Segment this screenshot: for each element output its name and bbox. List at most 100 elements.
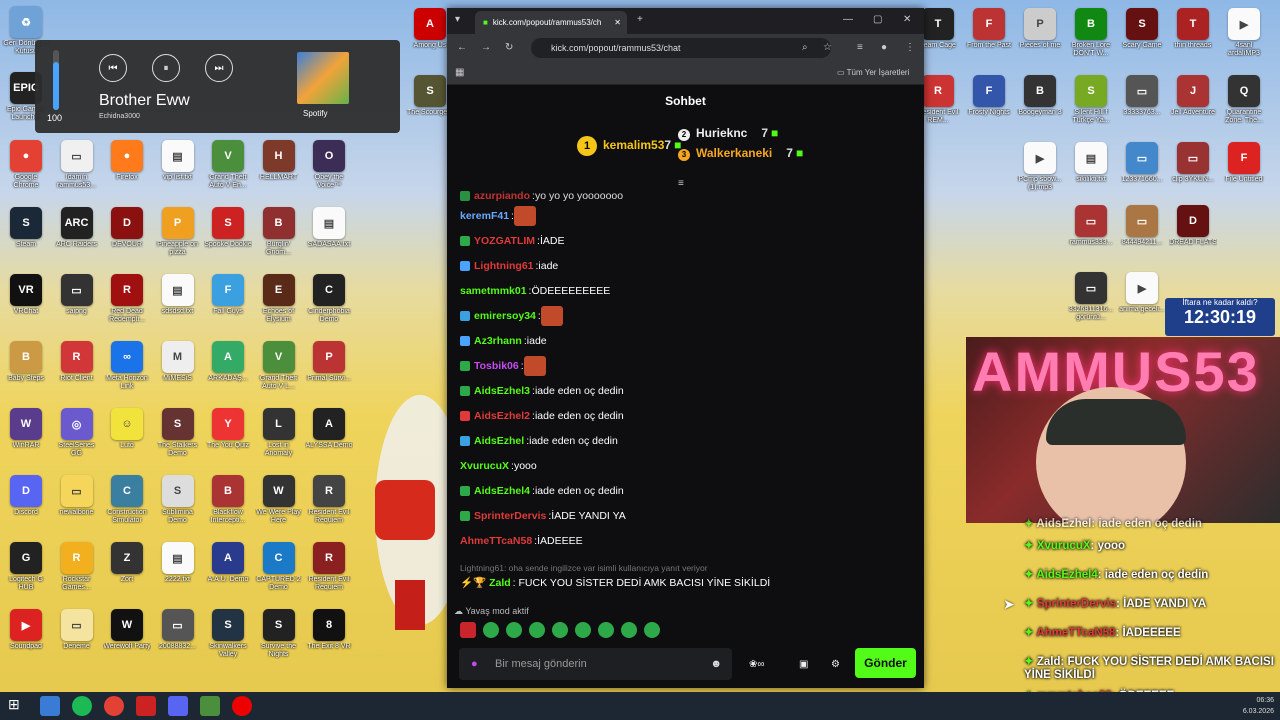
chat-username[interactable]: azurpiando (474, 190, 530, 202)
desktop-icon[interactable]: D Discord (2, 475, 50, 517)
leaderboard-entry[interactable]: 3 Walkerkaneki 7 ■ (678, 146, 803, 161)
back-icon[interactable]: ← (457, 42, 467, 53)
menu-icon[interactable]: ⋮ (905, 42, 915, 53)
desktop-icon[interactable]: Tthin threads (1169, 8, 1217, 50)
desktop-icon[interactable]: B Burglin' Gnom... (255, 207, 303, 257)
new-tab-icon[interactable]: + (637, 14, 643, 25)
desktop-icon[interactable]: ☺ Luto (103, 408, 151, 450)
emote-icon[interactable] (598, 622, 614, 638)
start-icon[interactable]: ⊞ (8, 696, 28, 716)
desktop-icon[interactable]: ▭ rammus333... (1067, 205, 1115, 247)
desktop-icon[interactable]: M MiMESiS (154, 341, 202, 383)
reactions-icon[interactable]: ❀∞ (749, 659, 765, 670)
desktop-icon[interactable]: ▭ saipng (53, 274, 101, 316)
desktop-icon[interactable]: ▭ 3326811316... görüntü... (1067, 272, 1115, 322)
tab-search-icon[interactable]: ▾ (455, 14, 460, 25)
desktop-icon[interactable]: D DEVOUR (103, 207, 151, 249)
desktop-icon[interactable]: 8 The Exit 8 VR (305, 609, 353, 651)
emoji-icon[interactable]: ☻ (710, 658, 722, 670)
desktop-icon[interactable]: S Scary Game (1118, 8, 1166, 50)
mic-icon[interactable]: ● (471, 658, 478, 670)
close-window-icon[interactable]: ✕ (903, 14, 911, 25)
desktop-icon[interactable]: R Riot Client (53, 341, 101, 383)
desktop-icon[interactable]: A A.A.U. Demo (204, 542, 252, 584)
maximize-icon[interactable]: ▢ (873, 14, 882, 25)
desktop-icon[interactable]: ▭ İdamın rammus53... (53, 140, 101, 190)
desktop-icon[interactable]: C Construction Simulator (103, 475, 151, 525)
browser-tab[interactable]: ■ kick.com/popout/rammus53/ch ✕ (475, 11, 627, 34)
desktop-icon[interactable]: ▶ anıma geceli... (1118, 272, 1166, 314)
chat-username[interactable]: sametmmk01 (460, 285, 527, 297)
desktop-icon[interactable]: Z Zort (103, 542, 151, 584)
chrome-icon[interactable] (104, 696, 124, 716)
all-bookmarks[interactable]: ▭ Tüm Yer İşaretleri (837, 68, 909, 77)
desktop-icon[interactable]: ▭ Deneme (53, 609, 101, 651)
emote-icon[interactable] (506, 622, 522, 638)
emote-icon[interactable] (621, 622, 637, 638)
chat-username[interactable]: SprinterDervis (474, 510, 546, 522)
chat-username[interactable]: Tosbik06 (474, 360, 519, 372)
desktop-icon[interactable]: ▶ 4sanl ardalıMP3 (1220, 8, 1268, 58)
leaderboard-entry[interactable]: 1 kemalim537 ■ (577, 136, 681, 156)
desktop-icon[interactable]: ◎ SteelSeries GG (53, 408, 101, 458)
desktop-icon[interactable]: ▭ 20088832... (154, 609, 202, 651)
emote-icon[interactable] (552, 622, 568, 638)
settings-gear-icon[interactable]: ⚙ (831, 659, 840, 670)
desktop-icon[interactable]: A ALYSSA Demo (305, 408, 353, 450)
desktop-icon[interactable]: J Jell Adventure (1169, 75, 1217, 117)
desktop-icon[interactable]: F File Untitled (1220, 142, 1268, 184)
previous-track-button[interactable]: ⏮ (99, 54, 127, 82)
desktop-icon[interactable]: W Werewolf Party (103, 609, 151, 651)
desktop-icon[interactable]: H HELLMART (255, 140, 303, 182)
desktop-icon[interactable]: P Pieces of me (1016, 8, 1064, 50)
desktop-icon[interactable]: P Primal Survi... (305, 341, 353, 383)
volume-slider[interactable] (53, 50, 59, 110)
desktop-icon[interactable]: C CAPTURED 2 Demo (255, 542, 303, 592)
desktop-icon[interactable]: ▭ 123371660... (1118, 142, 1166, 184)
desktop-icon[interactable]: ▤ sdsdsd.txt (154, 274, 202, 316)
desktop-icon[interactable]: ● Firefox (103, 140, 151, 182)
youtube-icon[interactable] (232, 696, 252, 716)
desktop-icon[interactable]: B Blackflow Intercepti... (204, 475, 252, 525)
desktop-icon[interactable]: ▭ clip 3YKUN... (1169, 142, 1217, 184)
desktop-icon[interactable]: ▶ Soundpad (2, 609, 50, 651)
leaderboard-entry[interactable]: 2 Hurieknc 7 ■ (678, 126, 778, 141)
desktop-icon[interactable]: ▭ 33333763... (1118, 75, 1166, 117)
desktop-icon[interactable]: E Echoes of Elysium (255, 274, 303, 324)
desktop-icon[interactable]: B Boogeyman 3 (1016, 75, 1064, 117)
taskbar-app-icon[interactable] (200, 696, 220, 716)
desktop-icon[interactable]: V Grand Theft Auto V En... (204, 140, 252, 190)
close-tab-icon[interactable]: ✕ (614, 18, 621, 27)
desktop-icon[interactable]: P Pineapple on pizza (154, 207, 202, 257)
desktop-icon[interactable]: W We Were Play Here (255, 475, 303, 525)
desktop-icon[interactable]: ▤ SADASAA.txt (305, 207, 353, 249)
desktop-icon[interactable]: F From the Past (965, 8, 1013, 50)
zoom-icon[interactable]: ⌕ (802, 42, 808, 53)
desktop-icon[interactable]: ▤ vip list.txt (154, 140, 202, 182)
desktop-icon[interactable]: O Obey the Voice™ (305, 140, 353, 190)
desktop-icon[interactable]: W WinRAR (2, 408, 50, 450)
desktop-icon[interactable]: S Steam (2, 207, 50, 249)
chat-username[interactable]: XvurucuX (460, 460, 509, 472)
desktop-icon[interactable]: S The Stalkers Demo (154, 408, 202, 458)
taskbar-app-icon[interactable] (168, 696, 188, 716)
emote-icon[interactable] (460, 622, 476, 638)
apps-icon[interactable]: ▦ (455, 67, 464, 78)
desktop-icon[interactable]: V Grand Theft Auto V L... (255, 341, 303, 391)
chat-username[interactable]: Lightning61 (474, 260, 534, 272)
desktop-icon[interactable]: ▶ PCmp sbow... (1).mp3 (1016, 142, 1064, 192)
desktop-icon[interactable]: ▭ 844494211... (1118, 205, 1166, 247)
desktop-icon[interactable]: VR VRChat (2, 274, 50, 316)
pinned-username[interactable]: Zald (489, 577, 511, 589)
address-bar[interactable]: kick.com/popout/rammus53/chat (531, 38, 831, 58)
chat-username[interactable]: AidsEzhel2 (474, 410, 530, 422)
bookmark-star-icon[interactable]: ☆ (823, 42, 832, 53)
desktop-icon[interactable]: A ARKADAŞ... (204, 341, 252, 383)
desktop-icon[interactable]: S Survive the Nights (255, 609, 303, 659)
desktop-icon[interactable]: L Lost in Anomaly (255, 408, 303, 458)
chat-username[interactable]: AidsEzhel3 (474, 385, 530, 397)
desktop-icon[interactable]: F Fall Guys (204, 274, 252, 316)
desktop-icon[interactable]: S Skinwalkers Valley (204, 609, 252, 659)
spotify-icon[interactable] (72, 696, 92, 716)
chat-username[interactable]: YOZGATLIM (474, 235, 535, 247)
